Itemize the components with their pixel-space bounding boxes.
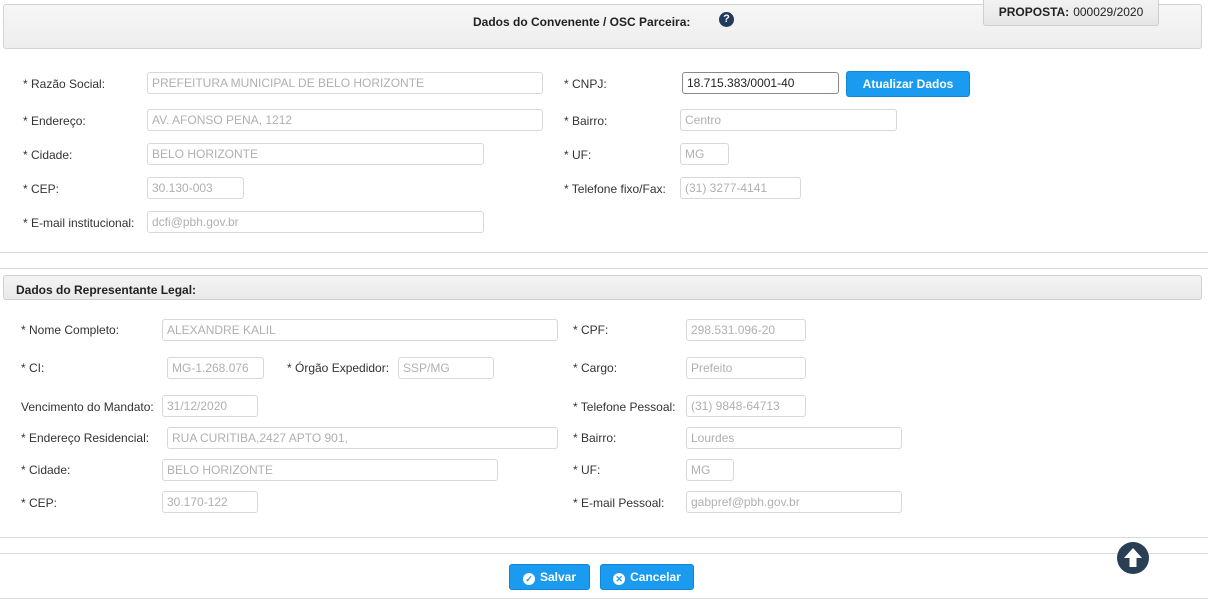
telefone-field[interactable]: (31) 3277-4141 xyxy=(680,177,801,199)
telefone-pessoal-label: * Telefone Pessoal: xyxy=(573,400,676,414)
bairro-label: * Bairro: xyxy=(564,114,608,128)
cnpj-label: * CNPJ: xyxy=(564,77,607,91)
proposal-label: PROPOSTA: xyxy=(998,5,1070,19)
divider xyxy=(0,553,1208,554)
divider xyxy=(0,537,1208,538)
representante-section-title: Dados do Representante Legal: xyxy=(16,283,197,297)
cargo-field[interactable]: Prefeito xyxy=(686,357,806,379)
endereco-label: * Endereço: xyxy=(23,114,86,128)
ci-label: * CI: xyxy=(21,361,45,375)
cep-label: * CEP: xyxy=(23,182,60,196)
cpf-field[interactable]: 298.531.096-20 xyxy=(686,319,806,341)
orgao-field[interactable]: SSP/MG xyxy=(398,357,494,379)
bairro-representante-field[interactable]: Lourdes xyxy=(686,427,902,449)
save-button-label: Salvar xyxy=(539,570,577,584)
cidade-representante-field[interactable]: BELO HORIZONTE xyxy=(162,459,498,481)
email-pessoal-field[interactable]: gabpref@pbh.gov.br xyxy=(686,491,902,513)
endereco-field[interactable]: AV. AFONSO PENA, 1212 xyxy=(147,109,543,131)
times-circle-icon: ✕ xyxy=(613,573,626,585)
cep-representante-field[interactable]: 30.170-122 xyxy=(162,491,258,513)
uf-label: * UF: xyxy=(564,148,592,162)
question-circle-icon[interactable]: ? xyxy=(719,12,734,27)
cidade-representante-label: * Cidade: xyxy=(21,463,71,477)
cargo-label: * Cargo: xyxy=(573,361,618,375)
cidade-field[interactable]: BELO HORIZONTE xyxy=(147,143,484,165)
uf-representante-field[interactable]: MG xyxy=(686,459,734,481)
email-institucional-field[interactable]: dcfi@pbh.gov.br xyxy=(147,211,484,233)
cnpj-field[interactable]: 18.715.383/0001-40 xyxy=(682,72,839,94)
cidade-label: * Cidade: xyxy=(23,148,73,162)
razao-social-label: * Razão Social: xyxy=(23,77,106,91)
email-institucional-label: * E-mail institucional: xyxy=(23,216,135,230)
bairro-field[interactable]: Centro xyxy=(680,109,897,131)
orgao-label: * Órgão Expedidor: xyxy=(287,361,390,375)
save-button[interactable]: ✓ Salvar xyxy=(509,564,590,590)
proposal-number: 000029/2020 xyxy=(1073,5,1144,19)
uf-representante-label: * UF: xyxy=(573,463,601,477)
razao-social-field[interactable]: PREFEITURA MUNICIPAL DE BELO HORIZONTE xyxy=(147,72,543,94)
check-circle-icon: ✓ xyxy=(522,573,535,585)
cep-field[interactable]: 30.130-003 xyxy=(147,177,244,199)
email-pessoal-label: * E-mail Pessoal: xyxy=(573,496,665,510)
cep-representante-label: * CEP: xyxy=(21,496,58,510)
endereco-residencial-field[interactable]: RUA CURITIBA,2427 APTO 901, xyxy=(167,427,558,449)
divider xyxy=(0,252,1208,253)
vencimento-field[interactable]: 31/12/2020 xyxy=(162,395,258,417)
bairro-representante-label: * Bairro: xyxy=(573,431,617,445)
nome-field[interactable]: ALEXANDRE KALIL xyxy=(162,319,558,341)
update-data-button[interactable]: Atualizar Dados xyxy=(846,71,970,97)
telefone-pessoal-field[interactable]: (31) 9848-64713 xyxy=(686,395,806,417)
divider xyxy=(0,268,1208,269)
convenente-section-title: Dados do Convenente / OSC Parceira: xyxy=(473,15,691,29)
nome-label: * Nome Completo: xyxy=(21,323,120,337)
ci-field[interactable]: MG-1.268.076 xyxy=(167,357,264,379)
arrow-up-circle-icon xyxy=(1124,548,1142,567)
endereco-residencial-label: * Endereço Residencial: xyxy=(21,431,150,445)
cancel-button[interactable]: ✕ Cancelar xyxy=(600,564,694,590)
telefone-label: * Telefone fixo/Fax: xyxy=(564,182,666,196)
vencimento-label: Vencimento do Mandato: xyxy=(21,400,154,414)
cpf-label: * CPF: xyxy=(573,323,609,337)
uf-field[interactable]: MG xyxy=(680,143,729,165)
scroll-to-top-button[interactable] xyxy=(1117,542,1149,574)
proposal-badge: PROPOSTA: 000029/2020 xyxy=(983,0,1159,26)
cancel-button-label: Cancelar xyxy=(630,570,681,584)
divider xyxy=(0,598,1208,599)
